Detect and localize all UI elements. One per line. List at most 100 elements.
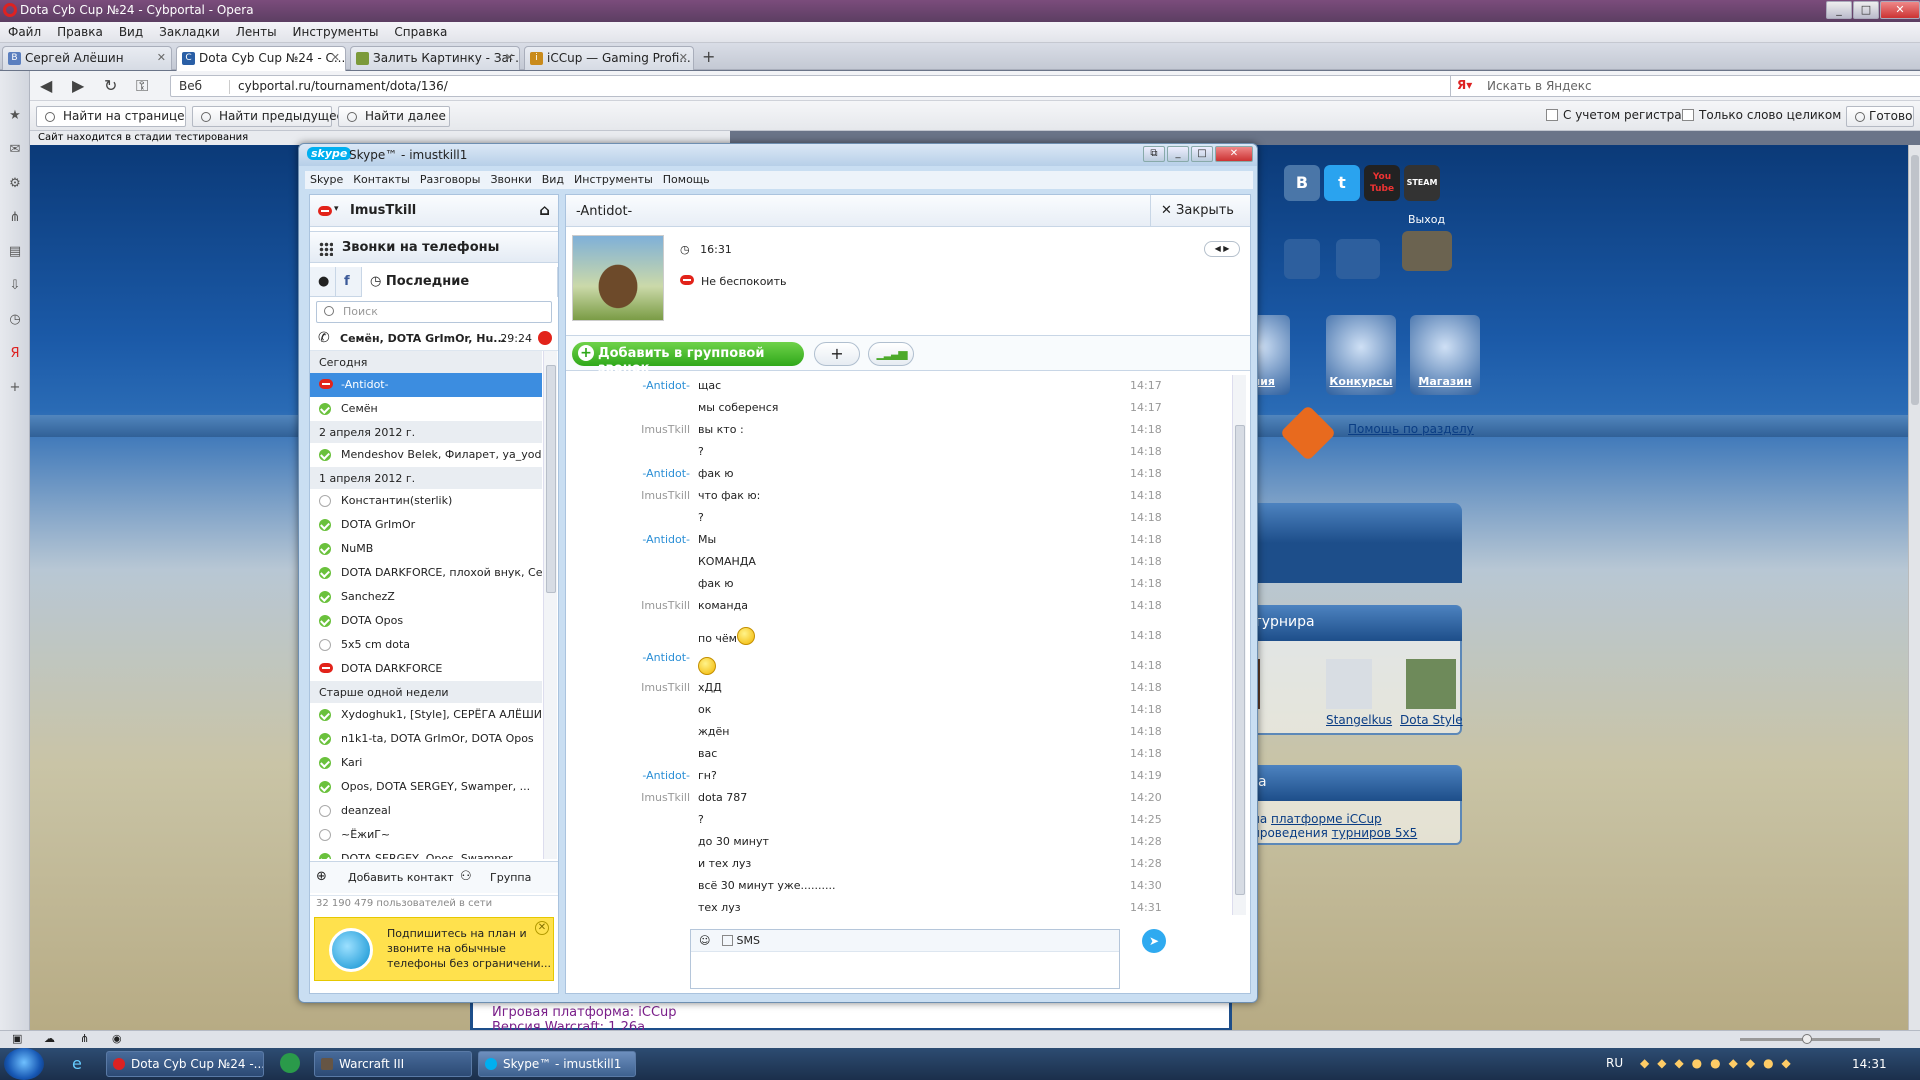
youtube-social-icon[interactable]: You Tube <box>1364 165 1400 201</box>
menu-view[interactable]: Вид <box>111 22 151 39</box>
search-field[interactable]: Я▾ Искать в Яндекс ⌕ <box>1450 75 1920 97</box>
contact-search-input[interactable]: Поиск <box>316 301 552 323</box>
skype-maximize-button[interactable]: □ <box>1191 146 1213 162</box>
tab-recent[interactable]: ◷ Последние <box>362 267 558 297</box>
tab-close-icon[interactable]: ✕ <box>505 51 514 64</box>
call-quality-icon[interactable]: ▁▂▃▅ <box>868 342 914 366</box>
yandex-icon[interactable]: Я <box>8 347 22 361</box>
message-sender[interactable]: -Antidot- <box>642 769 690 782</box>
tab-upload-image[interactable]: Залить Картинку - Заг... ✕ <box>350 46 520 70</box>
send-message-button[interactable]: ➤ <box>1142 929 1166 953</box>
user-header[interactable]: ▾ ImusTkill ⌂ <box>310 195 558 227</box>
panel-toggle-icon[interactable]: ▣ <box>12 1032 22 1045</box>
new-tab-button[interactable]: + <box>702 47 715 66</box>
skype-menu-view[interactable]: Вид <box>537 171 569 188</box>
skype-minimize-button[interactable]: _ <box>1167 146 1189 162</box>
contact-item[interactable]: DOTA SERGEY, Opos, Swamper, ... <box>310 847 542 859</box>
profile-nav-arrows[interactable]: ◀ ▶ <box>1204 241 1240 257</box>
task-skype[interactable]: Skype™ - imustkill1 <box>478 1051 636 1077</box>
message-sender[interactable]: -Antidot- <box>642 379 690 392</box>
notes-icon[interactable]: ▤ <box>8 245 22 259</box>
twitter-social-icon[interactable]: t <box>1324 165 1360 201</box>
create-group-button[interactable]: Группа <box>490 871 531 884</box>
ie-icon[interactable]: e <box>72 1054 82 1073</box>
contact-item[interactable]: 5x5 cm dota <box>310 633 542 657</box>
contact-item[interactable]: DOTA DARKFORCE <box>310 657 542 681</box>
profile-icon[interactable] <box>1284 239 1320 279</box>
call-phones-button[interactable]: Звонки на телефоны <box>310 231 558 263</box>
steam-social-icon[interactable]: STEAM <box>1404 165 1440 201</box>
start-button[interactable] <box>4 1048 44 1080</box>
find-done-button[interactable]: Готово <box>1846 106 1914 127</box>
menu-feeds[interactable]: Ленты <box>228 22 285 39</box>
message-input[interactable]: ☺ SMS <box>690 929 1120 989</box>
message-sender[interactable]: -Antidot- <box>642 651 690 664</box>
contact-item[interactable]: Константин(sterlik) <box>310 489 542 513</box>
message-sender[interactable]: -Antidot- <box>642 533 690 546</box>
tab-vk[interactable]: B Сергей Алёшин ✕ <box>2 46 172 70</box>
tab-contacts[interactable]: ● <box>310 267 336 297</box>
task-warcraft[interactable]: Warcraft III <box>314 1051 472 1077</box>
contact-item[interactable]: Mendeshov Belek, Филарет, ya_yodo... <box>310 443 542 467</box>
app-task-icon[interactable] <box>280 1053 300 1073</box>
user-avatar[interactable] <box>1402 231 1452 271</box>
message-sender[interactable]: ImusTkill <box>641 599 690 612</box>
skype-close-button[interactable]: ✕ <box>1215 146 1253 162</box>
partner-avatar[interactable] <box>572 235 664 321</box>
minimize-button[interactable]: _ <box>1826 1 1852 19</box>
turbo-icon[interactable]: ⋔ <box>80 1032 89 1045</box>
menu-bookmarks[interactable]: Закладки <box>151 22 228 39</box>
sms-checkbox[interactable] <box>722 935 734 946</box>
emoticon-icon[interactable]: ☺ <box>699 934 710 947</box>
message-sender[interactable]: ImusTkill <box>641 489 690 502</box>
contact-list-scrollbar[interactable] <box>543 351 557 859</box>
skype-menu-help[interactable]: Помощь <box>658 171 715 188</box>
find-previous-button[interactable]: Найти предыдущее <box>192 106 344 127</box>
skype-menu-contacts[interactable]: Контакты <box>348 171 415 188</box>
platform-link[interactable]: платформе iCCup <box>1271 812 1382 826</box>
address-field[interactable]: Вебcybportal.ru/tournament/dota/136/ ★ <box>170 75 1470 97</box>
find-input[interactable]: Найти на странице <box>36 106 186 127</box>
message-scrollbar[interactable] <box>1232 375 1246 915</box>
skype-menu-conversations[interactable]: Разговоры <box>415 171 486 188</box>
add-panel-icon[interactable]: + <box>8 381 22 395</box>
help-link[interactable]: Помощь по разделу <box>1348 422 1474 436</box>
zoom-slider-handle[interactable] <box>1802 1034 1812 1044</box>
contact-item[interactable]: SanchezZ <box>310 585 542 609</box>
contact-item[interactable]: DOTA DARKFORCE, плохой внук, Се... <box>310 561 542 585</box>
menu-help[interactable]: Справка <box>386 22 455 39</box>
page-scrollbar[interactable] <box>1908 145 1920 1030</box>
user-photo[interactable] <box>1326 659 1372 709</box>
message-sender[interactable]: ImusTkill <box>641 681 690 694</box>
messages-icon[interactable] <box>1336 239 1380 279</box>
contact-item[interactable]: Xydoghuk1, [Style], СЕРЁГА АЛЁШИН... <box>310 703 542 727</box>
close-button[interactable]: ✕ <box>1880 1 1920 19</box>
share-icon[interactable]: ⋔ <box>8 211 22 225</box>
contests-icon[interactable]: Конкурсы <box>1326 315 1396 395</box>
menu-edit[interactable]: Правка <box>49 22 111 39</box>
shop-icon[interactable]: Магазин <box>1410 315 1480 395</box>
user-link-dota-style[interactable]: Dota Style <box>1400 713 1463 727</box>
tab-close-icon[interactable]: ✕ <box>331 51 340 64</box>
match-case-checkbox[interactable]: С учетом регистра <box>1546 108 1682 122</box>
menu-file[interactable]: Файл <box>0 22 49 39</box>
contact-item[interactable]: DOTA GrImOr <box>310 513 542 537</box>
mail-icon[interactable]: ✉ <box>8 143 22 157</box>
find-next-button[interactable]: Найти далее <box>338 106 450 127</box>
contact-item[interactable]: DOTA Opos <box>310 609 542 633</box>
cloud-icon[interactable]: ☁ <box>44 1032 55 1045</box>
contact-item[interactable]: deanzeal <box>310 799 542 823</box>
back-arrow-icon[interactable]: ◀ <box>40 76 52 95</box>
downloads-icon[interactable]: ⇩ <box>8 279 22 293</box>
contact-item[interactable]: Kari <box>310 751 542 775</box>
task-opera[interactable]: Dota Cyb Cup №24 -... <box>106 1051 264 1077</box>
history-clock-icon[interactable]: ◷ <box>8 313 22 327</box>
tab-close-icon[interactable]: ✕ <box>157 51 166 64</box>
message-sender[interactable]: ImusTkill <box>641 423 690 436</box>
menu-tools[interactable]: Инструменты <box>285 22 387 39</box>
contact-item[interactable]: n1k1-ta, DOTA GrImOr, DOTA Opos <box>310 727 542 751</box>
recent-call-item[interactable]: ✆ Семён, DOTA GrImOr, Hu... 29:24 <box>310 327 558 351</box>
reload-icon[interactable]: ↻ <box>104 76 117 95</box>
tournaments-link[interactable]: турниров 5х5 <box>1332 826 1418 840</box>
hangup-icon[interactable] <box>538 331 552 345</box>
